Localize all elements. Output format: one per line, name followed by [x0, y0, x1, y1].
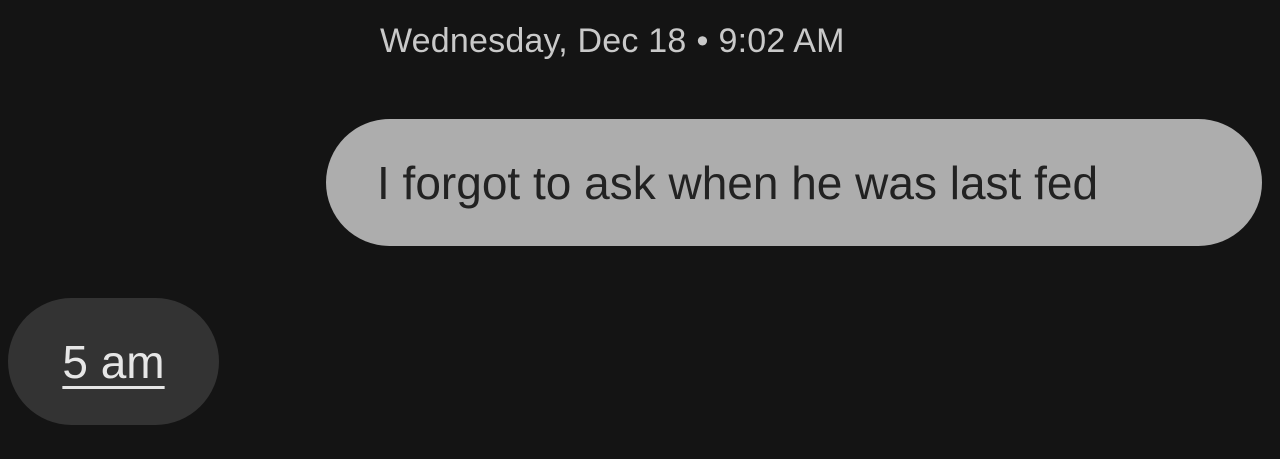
incoming-message-bubble[interactable]: 5 am — [8, 298, 219, 425]
timestamp-time: 9:02 AM — [718, 22, 845, 60]
outgoing-message-text: I forgot to ask when he was last fed — [377, 156, 1099, 209]
message-timestamp: Wednesday, Dec 18 • 9:02 AM — [380, 22, 845, 61]
outgoing-message-bubble[interactable]: I forgot to ask when he was last fed — [326, 119, 1262, 246]
timestamp-separator: • — [696, 22, 709, 60]
timestamp-day: Wednesday, Dec 18 — [380, 22, 687, 60]
incoming-message-time-link[interactable]: 5 am — [62, 335, 164, 389]
